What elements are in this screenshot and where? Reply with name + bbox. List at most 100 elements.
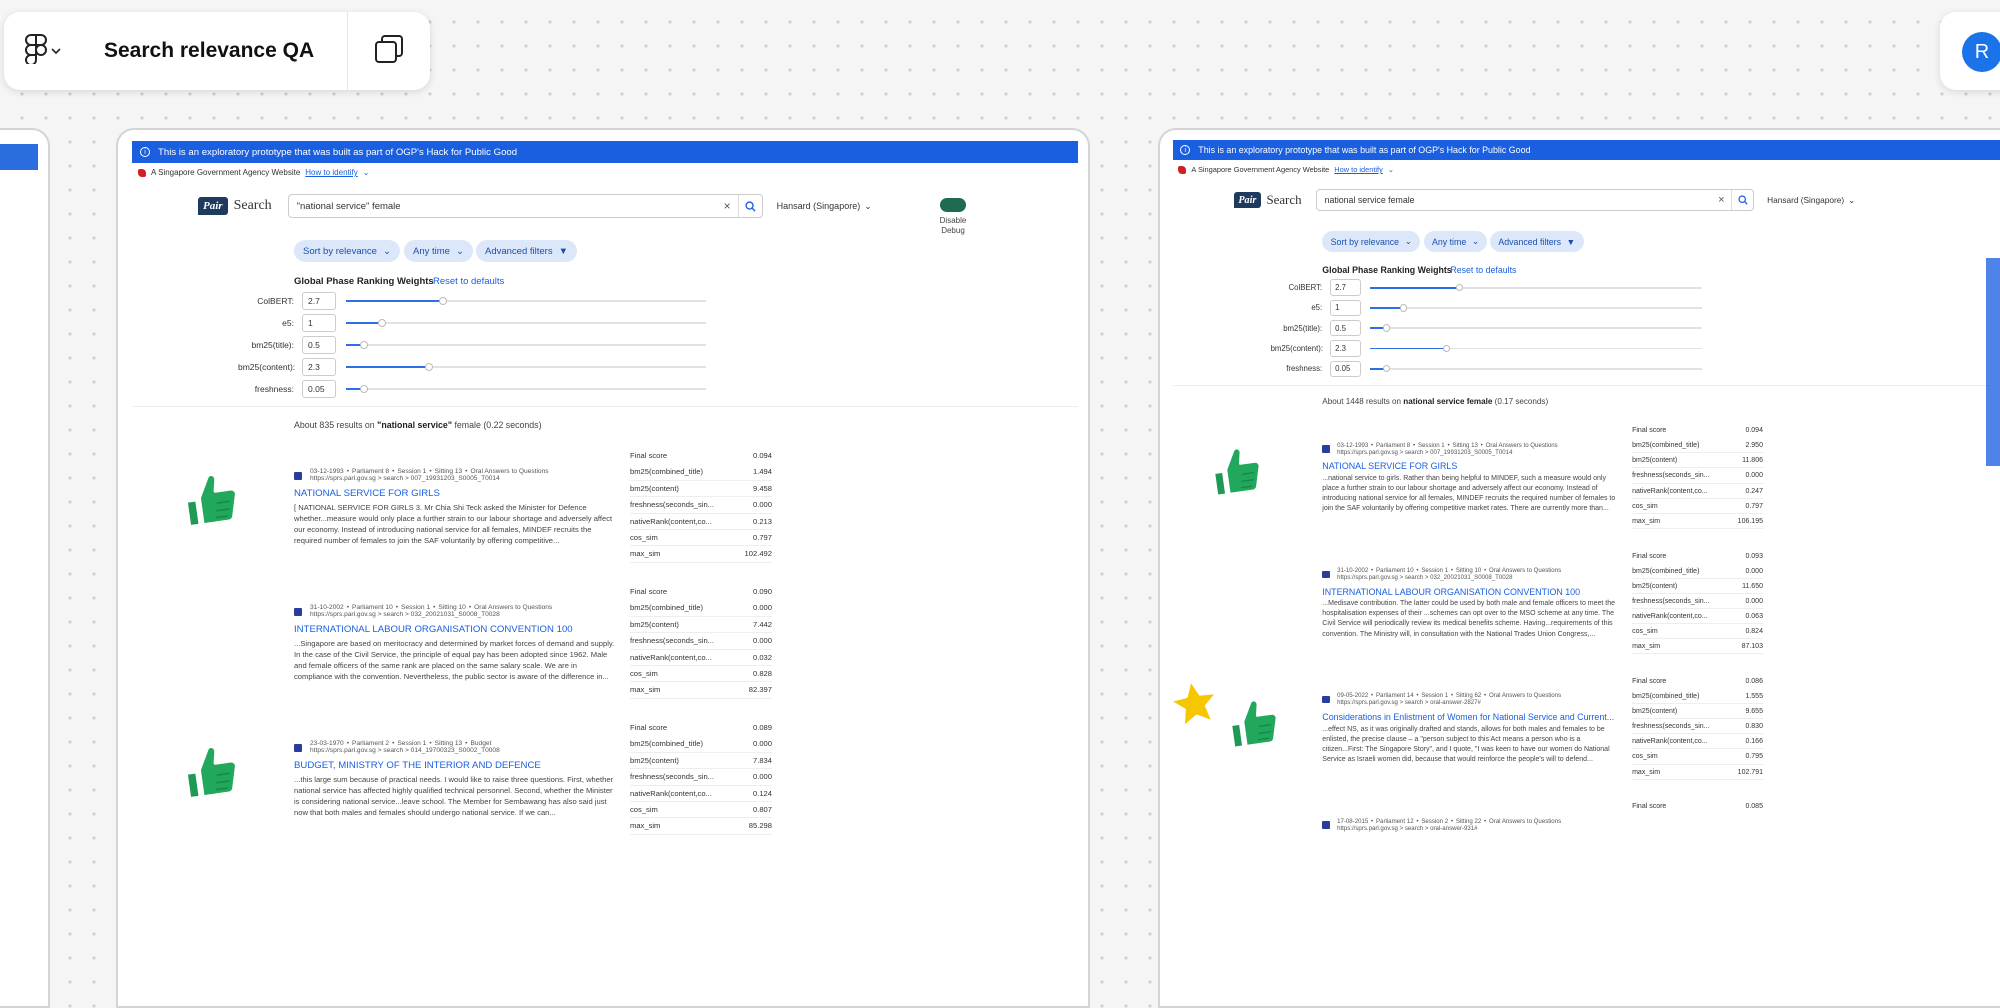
result-title[interactable]: BUDGET, MINISTRY OF THE INTERIOR AND DEF…	[294, 760, 616, 771]
search-icon[interactable]	[737, 195, 762, 217]
score-table: Final score 0.085	[1632, 799, 1763, 814]
weight-input[interactable]: 0.5	[302, 336, 336, 354]
result-item[interactable]: 09-05-2022 • Parliament 14 • Session 1 • Sitti…	[1322, 692, 1619, 765]
result-url[interactable]: https://sprs.parl.gov.sg > search > 007_…	[1337, 449, 1558, 456]
slider-handle[interactable]	[1382, 324, 1391, 332]
result-item[interactable]: 23-03-1970 • Parliament 2 • Session 1 • Sittin…	[294, 740, 616, 818]
weight-slider[interactable]	[346, 385, 706, 393]
result-item[interactable]: 17-08-2015 • Parliament 12 • Session 2 • Sitti…	[1322, 818, 1619, 838]
avatar[interactable]: R	[1962, 32, 2000, 72]
filter-pill-label: Sort by relevance	[303, 245, 377, 257]
result-title[interactable]: INTERNATIONAL LABOUR ORGANISATION CONVEN…	[1322, 587, 1619, 597]
slider-handle[interactable]	[1399, 304, 1407, 312]
score-row: bm25(content) 11.806	[1632, 453, 1763, 469]
clear-icon[interactable]: ×	[1712, 194, 1731, 206]
source-select[interactable]: Hansard (Singapore) ⌄	[777, 201, 872, 212]
weight-slider[interactable]	[1370, 344, 1702, 353]
scrollbar-thumb[interactable]	[1986, 258, 2000, 466]
score-label: bm25(content)	[1632, 457, 1678, 465]
pair-logo[interactable]: Pair	[198, 197, 228, 215]
weight-input[interactable]: 1	[1329, 299, 1361, 317]
frame-plain-query[interactable]: i This is an exploratory prototype that w…	[1158, 128, 2000, 1008]
weight-slider[interactable]	[1370, 365, 1702, 373]
slider-handle[interactable]	[360, 385, 368, 393]
result-url[interactable]: https://sprs.parl.gov.sg > search > oral…	[1337, 699, 1561, 706]
filter-pill-0[interactable]: Sort by relevance ⌄	[1322, 231, 1421, 252]
prototype-banner: i This is an exploratory prototype that w…	[1172, 140, 2000, 161]
thumbs-up-sticker-icon[interactable]	[1204, 438, 1266, 500]
weight-input[interactable]: 0.5	[1329, 319, 1361, 337]
slider-handle[interactable]	[1455, 283, 1464, 292]
how-to-identify-link[interactable]: How to identify	[305, 168, 357, 177]
filter-pill-2[interactable]: Advanced filters ▼	[476, 240, 577, 262]
slider-handle[interactable]	[378, 319, 386, 327]
result-url[interactable]: https://sprs.parl.gov.sg > search > 007_…	[310, 475, 549, 482]
source-select[interactable]: Hansard (Singapore) ⌄	[1767, 195, 1855, 205]
weight-input[interactable]: 2.7	[1329, 279, 1361, 296]
result-title[interactable]: NATIONAL SERVICE FOR GIRLS	[294, 488, 616, 499]
result-item[interactable]: 31-10-2002 • Parliament 10 • Session 1 • Sitti…	[1322, 567, 1619, 640]
meta-item: Oral Answers to Questions	[474, 604, 553, 611]
frame-stub-left[interactable]	[0, 128, 50, 1008]
result-url[interactable]: https://sprs.parl.gov.sg > search > 032_…	[1337, 574, 1561, 581]
score-row: bm25(combined_title) 0.000	[1632, 564, 1763, 579]
weight-input[interactable]: 2.3	[302, 358, 336, 376]
result-title[interactable]: INTERNATIONAL LABOUR ORGANISATION CONVEN…	[294, 624, 616, 635]
frame-phrase-query[interactable]: i This is an exploratory prototype that w…	[116, 128, 1090, 1008]
slider-handle[interactable]	[439, 297, 448, 305]
weight-input[interactable]: 2.3	[1329, 340, 1361, 357]
main-menu-button[interactable]	[4, 33, 82, 69]
weight-input[interactable]: 0.05	[1329, 360, 1361, 378]
search-input[interactable]: national service female	[1317, 195, 1711, 205]
thumbs-up-sticker-icon[interactable]	[1221, 691, 1283, 753]
result-url[interactable]: https://sprs.parl.gov.sg > search > oral…	[1337, 825, 1561, 832]
search-input[interactable]: "national service" female	[289, 201, 717, 212]
slider-handle[interactable]	[360, 341, 368, 349]
filter-pill-1[interactable]: Any time ⌄	[1423, 231, 1488, 252]
source-label: Hansard (Singapore)	[776, 201, 861, 211]
result-snippet: [ NATIONAL SERVICE FOR GIRLS 3. Mr Chia …	[294, 503, 613, 545]
file-title[interactable]: Search relevance QA	[82, 39, 347, 63]
slider-handle[interactable]	[1382, 365, 1391, 373]
weight-slider[interactable]	[1370, 304, 1702, 312]
slider-handle[interactable]	[424, 363, 433, 371]
result-url[interactable]: https://sprs.parl.gov.sg > search > 014_…	[310, 747, 500, 754]
weight-input[interactable]: 1	[302, 314, 336, 332]
result-item[interactable]: 03-12-1993 • Parliament 8 • Session 1 • Sittin…	[294, 468, 616, 546]
filter-pill-2[interactable]: Advanced filters ▼	[1490, 231, 1584, 252]
weight-row: ColBERT: 2.7	[238, 292, 706, 310]
how-to-identify-link[interactable]: How to identify	[1334, 165, 1382, 174]
score-row: bm25(combined_title) 1.555	[1632, 689, 1763, 705]
weight-input[interactable]: 0.05	[302, 380, 336, 398]
search-icon[interactable]	[1731, 189, 1753, 211]
result-title[interactable]: Considerations in Enlistment of Women fo…	[1322, 712, 1619, 722]
pair-logo[interactable]: Pair	[1233, 191, 1261, 209]
clear-icon[interactable]: ×	[717, 199, 738, 213]
debug-toggle[interactable]	[940, 198, 966, 212]
duplicate-icon	[373, 33, 405, 70]
result-item[interactable]: 31-10-2002 • Parliament 10 • Session 1 • Sitti…	[294, 604, 616, 682]
slider-handle[interactable]	[1442, 344, 1451, 353]
duplicate-button[interactable]	[348, 12, 430, 90]
user-menu[interactable]: R	[1940, 12, 2000, 90]
weight-slider[interactable]	[346, 363, 706, 371]
result-url[interactable]: https://sprs.parl.gov.sg > search > 032_…	[310, 611, 552, 618]
result-title[interactable]: NATIONAL SERVICE FOR GIRLS	[1322, 461, 1619, 471]
result-item[interactable]: 03-12-1993 • Parliament 8 • Session 1 • Sittin…	[1322, 442, 1619, 515]
weight-slider[interactable]	[1370, 324, 1702, 332]
thumbs-up-sticker-icon[interactable]	[176, 464, 244, 532]
weight-slider[interactable]	[346, 297, 706, 305]
weight-slider[interactable]	[346, 319, 706, 327]
reset-defaults-link[interactable]: Reset to defaults	[433, 276, 504, 287]
weight-input[interactable]: 2.7	[302, 292, 336, 310]
weight-slider[interactable]	[1370, 283, 1702, 292]
score-label: freshness(seconds_sin...	[1632, 472, 1710, 480]
score-value: 7.442	[752, 619, 772, 629]
filter-pill-1[interactable]: Any time ⌄	[404, 240, 473, 262]
weight-slider[interactable]	[346, 341, 706, 349]
filter-icon: ▼	[1566, 236, 1576, 247]
reset-defaults-link[interactable]: Reset to defaults	[1450, 265, 1516, 275]
filter-pill-0[interactable]: Sort by relevance ⌄	[294, 240, 400, 262]
star-sticker-icon[interactable]	[1163, 671, 1227, 735]
thumbs-up-sticker-icon[interactable]	[176, 736, 244, 804]
